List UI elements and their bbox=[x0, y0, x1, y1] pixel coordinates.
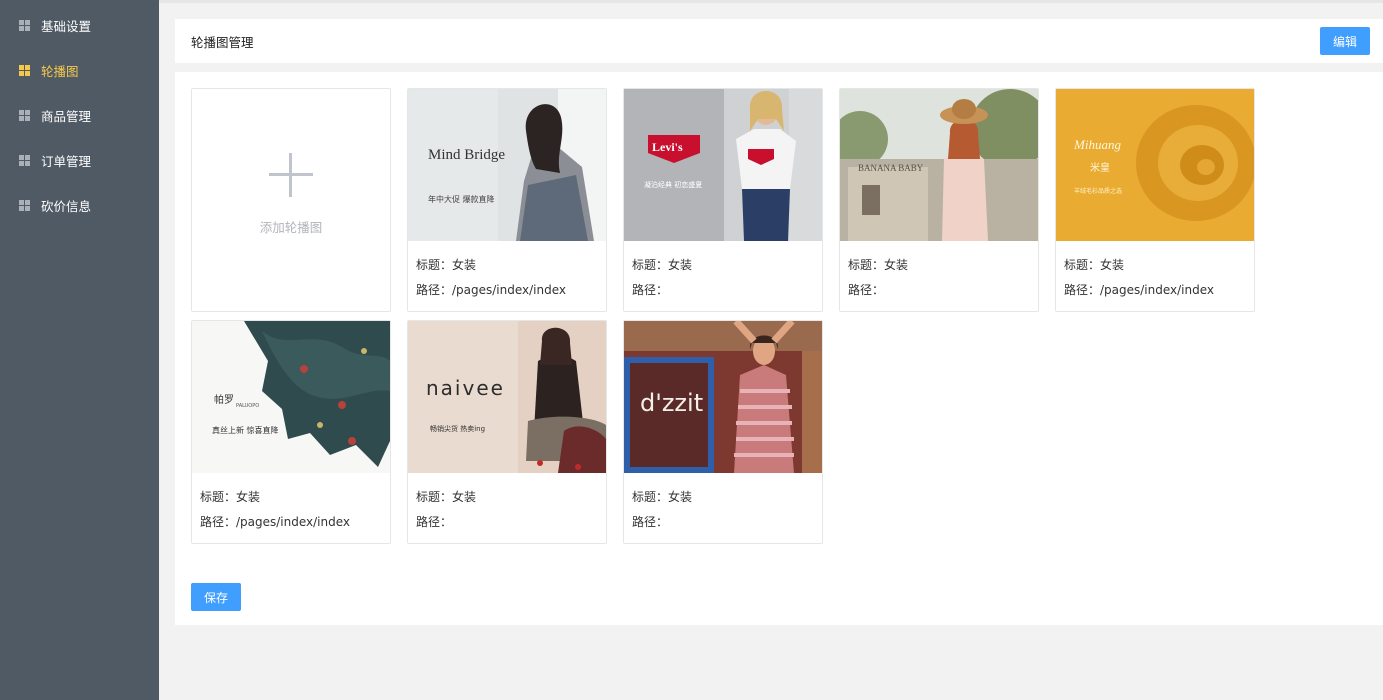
sidebar-item-bargain[interactable]: 砍价信息 bbox=[0, 183, 159, 228]
banner-brand: BANANA BABY bbox=[858, 163, 924, 173]
grid-icon bbox=[19, 65, 30, 76]
banner-title: 标题：女装 bbox=[416, 490, 477, 504]
banner-image: naivee 畅销尖货 热卖ing bbox=[408, 321, 606, 473]
banner-title: 标题：女装 bbox=[416, 258, 477, 272]
banner-brand: Levi's bbox=[652, 140, 683, 154]
sidebar-item-orders[interactable]: 订单管理 bbox=[0, 138, 159, 183]
banner-path: 路径： bbox=[416, 515, 453, 529]
banner-path: 路径： bbox=[632, 515, 669, 529]
top-divider bbox=[159, 0, 1383, 3]
page-title: 轮播图管理 bbox=[191, 34, 254, 50]
banner-card[interactable]: d'zzit 标题：女装 路径： bbox=[623, 320, 823, 544]
save-button[interactable]: 保存 bbox=[191, 583, 241, 611]
banner-image: BANANA BABY bbox=[840, 89, 1038, 241]
sidebar-item-basic-settings[interactable]: 基础设置 bbox=[0, 3, 159, 48]
banner-image: Mind Bridge 年中大促 爆款直降 bbox=[408, 89, 606, 241]
banner-image: 帕罗 PALUOPO 真丝上新 惊喜直降 bbox=[192, 321, 390, 473]
sidebar-nav: 基础设置 轮播图 商品管理 订单管理 砍价信息 bbox=[0, 0, 159, 228]
banner-meta: 标题：女装 路径： bbox=[408, 473, 606, 535]
banner-meta: 标题：女装 路径：/pages/index/index bbox=[1056, 241, 1254, 303]
sidebar-item-label: 订单管理 bbox=[41, 154, 92, 169]
add-banner-card[interactable]: 添加轮播图 bbox=[191, 88, 391, 312]
banner-card[interactable]: Mihuang 米皇 羊绒毛衫品质之选 标题：女装 路径：/pages/inde… bbox=[1055, 88, 1255, 312]
banner-title: 标题：女装 bbox=[632, 258, 693, 272]
carousel-panel: 添加轮播图 Mind Bridge 年中大促 爆款直降 标题：女装 路径：/pa… bbox=[175, 72, 1383, 625]
sidebar: 基础设置 轮播图 商品管理 订单管理 砍价信息 bbox=[0, 0, 159, 700]
sidebar-item-label: 基础设置 bbox=[41, 19, 92, 34]
banner-brand: Mind Bridge bbox=[428, 147, 505, 163]
banner-meta: 标题：女装 路径： bbox=[840, 241, 1038, 303]
banner-caption: 羊绒毛衫品质之选 bbox=[1074, 187, 1122, 195]
sidebar-item-label: 砍价信息 bbox=[41, 199, 92, 214]
banner-meta: 标题：女装 路径：/pages/index/index bbox=[192, 473, 390, 535]
banner-image: Levi's 凝泊经典 初恋盛夏 bbox=[624, 89, 822, 241]
banner-title: 标题：女装 bbox=[1064, 258, 1125, 272]
banner-meta: 标题：女装 路径： bbox=[624, 473, 822, 535]
sidebar-item-carousel[interactable]: 轮播图 bbox=[0, 48, 159, 93]
banner-caption: 凝泊经典 初恋盛夏 bbox=[644, 180, 702, 189]
sidebar-item-products[interactable]: 商品管理 bbox=[0, 93, 159, 138]
banner-caption: 年中大促 爆款直降 bbox=[428, 194, 495, 204]
banner-caption: 真丝上新 惊喜直降 bbox=[212, 425, 279, 435]
banner-path: 路径：/pages/index/index bbox=[1064, 283, 1215, 297]
grid-icon bbox=[19, 155, 30, 166]
banner-sub: PALUOPO bbox=[236, 403, 259, 409]
banner-path: 路径：/pages/index/index bbox=[416, 283, 567, 297]
grid-icon bbox=[19, 200, 30, 211]
banner-caption: 畅销尖货 热卖ing bbox=[430, 424, 485, 433]
edit-button[interactable]: 编辑 bbox=[1320, 27, 1370, 55]
banner-title: 标题：女装 bbox=[632, 490, 693, 504]
banner-meta: 标题：女装 路径： bbox=[624, 241, 822, 303]
grid-icon bbox=[19, 110, 30, 121]
grid-icon bbox=[19, 20, 30, 31]
banner-brand: naivee bbox=[426, 376, 505, 400]
banner-card[interactable]: Mind Bridge 年中大促 爆款直降 标题：女装 路径：/pages/in… bbox=[407, 88, 607, 312]
banner-title: 标题：女装 bbox=[200, 490, 261, 504]
page-header: 轮播图管理 编辑 bbox=[175, 19, 1383, 63]
banner-card[interactable]: Levi's 凝泊经典 初恋盛夏 标题：女装 路径： bbox=[623, 88, 823, 312]
banner-title: 标题：女装 bbox=[848, 258, 909, 272]
banner-brand: d'zzit bbox=[640, 389, 703, 417]
banner-brand: Mihuang bbox=[1073, 137, 1121, 152]
sidebar-item-label: 轮播图 bbox=[41, 64, 79, 79]
sidebar-item-label: 商品管理 bbox=[41, 109, 92, 124]
banner-card[interactable]: BANANA BABY 标题：女装 路径： bbox=[839, 88, 1039, 312]
banner-path: 路径： bbox=[848, 283, 885, 297]
banner-image: d'zzit bbox=[624, 321, 822, 473]
add-banner-label: 添加轮播图 bbox=[259, 219, 323, 235]
banner-card[interactable]: 帕罗 PALUOPO 真丝上新 惊喜直降 标题：女装 路径：/pages/ind… bbox=[191, 320, 391, 544]
banner-meta: 标题：女装 路径：/pages/index/index bbox=[408, 241, 606, 303]
banner-sub: 米皇 bbox=[1090, 161, 1110, 174]
banner-path: 路径： bbox=[632, 283, 669, 297]
banner-image: Mihuang 米皇 羊绒毛衫品质之选 bbox=[1056, 89, 1254, 241]
banner-path: 路径：/pages/index/index bbox=[200, 515, 351, 529]
banner-card[interactable]: naivee 畅销尖货 热卖ing 标题：女装 路径： bbox=[407, 320, 607, 544]
banner-brand: 帕罗 bbox=[214, 393, 234, 406]
plus-icon bbox=[269, 152, 313, 197]
